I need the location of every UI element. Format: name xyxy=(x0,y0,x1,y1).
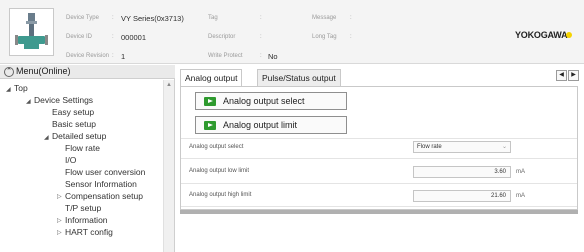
tab-scroll-right-icon[interactable]: ▶ xyxy=(568,70,579,81)
tree-item-detailed-setup[interactable]: Detailed setup xyxy=(52,131,106,141)
tree-item-hart-config[interactable]: HART config xyxy=(65,227,113,237)
separator-colon: : xyxy=(260,53,262,59)
tab-scroll-left-icon[interactable]: ◀ xyxy=(556,70,567,81)
tree-scrollbar[interactable]: ▲ xyxy=(163,80,174,252)
flowmeter-device-image xyxy=(9,8,54,56)
button-label: Analog output select xyxy=(223,96,305,106)
separator-colon: : xyxy=(112,34,114,40)
separator-colon: : xyxy=(260,34,262,40)
menu-tree-header[interactable]: ⌃ Menu(Online) xyxy=(0,65,175,79)
tree-item-flow-rate[interactable]: Flow rate xyxy=(65,143,100,153)
analog-output-select-button[interactable]: Analog output select xyxy=(195,92,347,110)
separator-colon: : xyxy=(112,53,114,59)
tree-item-basic-setup[interactable]: Basic setup xyxy=(52,119,96,129)
tree-item-compensation-setup[interactable]: Compensation setup xyxy=(65,191,143,201)
analog-output-select-dropdown[interactable]: Flow rate ⌄ xyxy=(413,141,511,153)
collapsed-arrow-icon[interactable]: ▷ xyxy=(57,193,62,200)
analog-output-low-limit-field[interactable]: 3.60 xyxy=(413,166,511,178)
row-divider xyxy=(181,158,577,159)
unit-label: mA xyxy=(516,193,525,199)
expanded-arrow-icon[interactable]: ◢ xyxy=(26,98,31,105)
collapsed-arrow-icon[interactable]: ▷ xyxy=(57,229,62,236)
tag-label: Tag xyxy=(208,15,218,21)
panel-bottom-border xyxy=(180,210,578,214)
message-label: Message xyxy=(312,15,337,21)
device-id-value: 000001 xyxy=(121,33,147,42)
row-divider xyxy=(181,183,577,184)
menu-tree-title: Menu(Online) xyxy=(16,66,71,76)
tree-item-flow-user-conversion[interactable]: Flow user conversion xyxy=(65,167,145,177)
descriptor-label: Descriptor xyxy=(208,34,236,40)
analog-output-limit-button[interactable]: Analog output limit xyxy=(195,116,347,134)
write-protect-label: Write Protect xyxy=(208,53,243,59)
separator-colon: : xyxy=(350,34,352,40)
device-type-value: VY Series(0x3713) xyxy=(121,14,184,23)
device-revision-value: 1 xyxy=(121,52,126,61)
tree-item-tp-setup[interactable]: T/P setup xyxy=(65,203,101,213)
separator-colon: : xyxy=(260,15,262,21)
chevron-down-icon[interactable]: ⌄ xyxy=(502,142,507,152)
tab-pulse-status-output[interactable]: Pulse/Status output xyxy=(257,69,341,86)
param-label-analog-output-low-limit: Analog output low limit xyxy=(189,168,250,174)
menu-tree-panel: ⌃ Menu(Online) ◢ Top ◢ Device Settings E… xyxy=(0,65,175,252)
device-id-label: Device ID xyxy=(66,34,93,40)
expanded-arrow-icon[interactable]: ◢ xyxy=(44,134,49,141)
tab-analog-output[interactable]: Analog output xyxy=(180,69,243,87)
scroll-up-arrow-icon[interactable]: ▲ xyxy=(166,82,172,88)
separator-colon: : xyxy=(350,15,352,21)
tree-item-io[interactable]: I/O xyxy=(65,155,76,165)
device-header: Device Type : VY Series(0x3713) Device I… xyxy=(0,0,584,64)
write-protect-value: No xyxy=(268,52,278,61)
device-type-label: Device Type xyxy=(66,15,99,21)
long-tag-label: Long Tag xyxy=(312,34,337,40)
collapsed-arrow-icon[interactable]: ▷ xyxy=(57,217,62,224)
play-icon xyxy=(204,121,216,130)
unit-label: mA xyxy=(516,169,525,175)
circle-chevron-up-icon[interactable]: ⌃ xyxy=(4,67,14,77)
param-label-analog-output-high-limit: Analog output high limit xyxy=(189,192,252,198)
device-revision-label: Device Revision xyxy=(66,53,110,59)
analog-output-high-limit-field[interactable]: 21.60 xyxy=(413,190,511,202)
tree-item-top[interactable]: Top xyxy=(14,83,28,93)
tree-item-information[interactable]: Information xyxy=(65,215,108,225)
logo-accent-dot xyxy=(566,32,572,38)
analog-output-panel: Analog output select Analog output limit… xyxy=(180,86,578,210)
detail-content-area: Analog output Pulse/Status output ◀ ▶ An… xyxy=(176,65,584,252)
select-value: Flow rate xyxy=(417,144,442,150)
button-label: Analog output limit xyxy=(223,120,298,130)
row-divider xyxy=(181,138,577,139)
row-divider xyxy=(181,206,577,207)
tree-item-easy-setup[interactable]: Easy setup xyxy=(52,107,94,117)
tree-item-device-settings[interactable]: Device Settings xyxy=(34,95,93,105)
yokogawa-logo: YOKOGAWA xyxy=(515,30,568,40)
tree-item-sensor-information[interactable]: Sensor Information xyxy=(65,179,137,189)
separator-colon: : xyxy=(112,15,114,21)
param-label-analog-output-select: Analog output select xyxy=(189,144,244,150)
expanded-arrow-icon[interactable]: ◢ xyxy=(6,86,11,93)
play-icon xyxy=(204,97,216,106)
